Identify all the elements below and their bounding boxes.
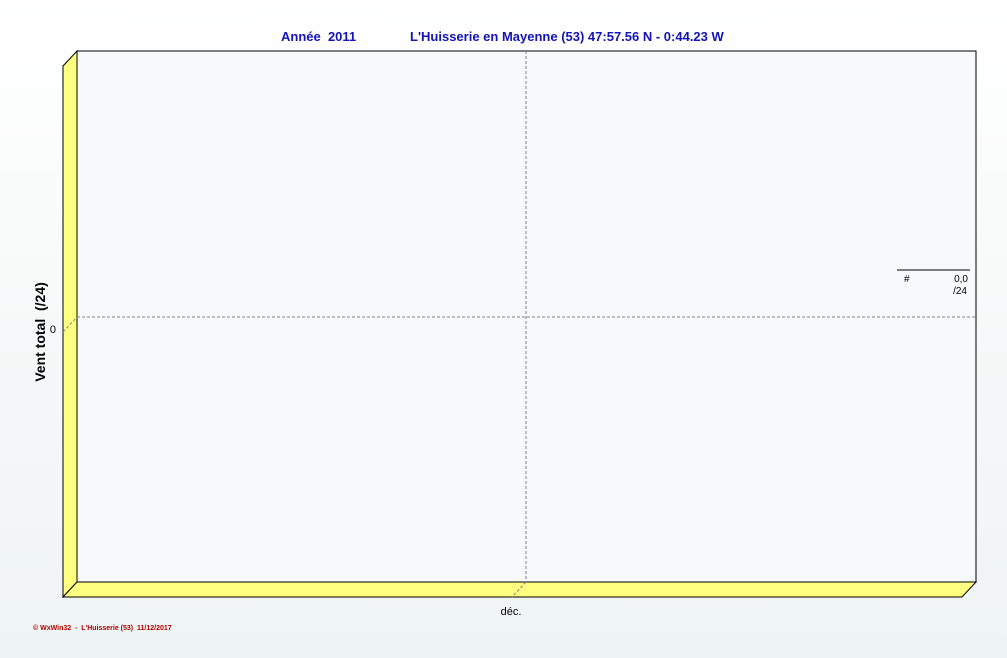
chart: Année 2011 L'Huisserie en Mayenne (53) 4… (32, 29, 978, 632)
footer-credit: © WxWin32 - L'Huisserie (53) 11/12/2017 (33, 624, 172, 632)
x-tick-label-dec: déc. (501, 606, 522, 618)
y-tick-label-0: 0 (50, 324, 56, 336)
legend-symbol: # (904, 274, 910, 285)
floor-wall (61, 581, 978, 598)
chart-title-station: L'Huisserie en Mayenne (53) 47:57.56 N -… (410, 29, 725, 44)
legend-unit: /24 (953, 286, 967, 297)
y-axis-label: Vent total (/24) (32, 282, 48, 382)
chart-title-year: Année 2011 (281, 29, 356, 44)
legend-value: 0,0 (954, 274, 968, 285)
